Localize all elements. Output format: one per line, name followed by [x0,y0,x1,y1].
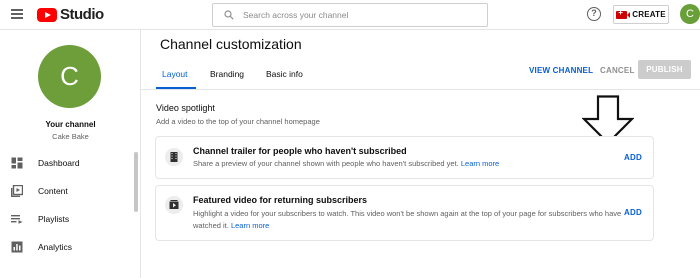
dashboard-icon [11,157,23,169]
header-divider [141,89,700,90]
film-icon [165,148,183,166]
card-description-text: Share a preview of your channel shown wi… [193,159,459,168]
sidebar-item-label: Playlists [38,214,70,224]
top-bar: Studio ? CREATE C [0,0,700,30]
publish-button[interactable]: PUBLISH [638,60,691,79]
tab-basic-info[interactable]: Basic info [266,69,303,79]
sidebar-scrollbar[interactable] [134,152,138,212]
channel-trailer-card: Channel trailer for people who haven't s… [155,136,654,179]
featured-video-icon [165,196,183,214]
youtube-studio-logo[interactable]: Studio [37,6,104,23]
sidebar-item-label: Content [38,186,68,196]
sidebar-item-analytics[interactable]: Analytics [0,235,134,259]
create-button[interactable]: CREATE [613,5,669,24]
menu-icon[interactable] [11,9,23,19]
sidebar-item-label: Analytics [38,242,73,252]
learn-more-link[interactable]: Learn more [461,159,499,168]
youtube-logo-icon [37,7,57,22]
channel-name: Cake Bake [52,132,89,141]
sidebar-item-dashboard[interactable]: Dashboard [0,151,134,175]
card-title: Channel trailer for people who haven't s… [193,146,407,156]
sidebar-item-content[interactable]: Content [0,179,134,203]
content-icon [11,185,23,197]
your-channel-label: Your channel [45,120,96,129]
search-input[interactable] [243,10,463,20]
help-icon[interactable]: ? [587,7,601,21]
account-avatar[interactable]: C [680,4,700,24]
analytics-icon [11,241,23,253]
tab-branding[interactable]: Branding [210,69,244,79]
search-bar[interactable] [212,3,488,27]
page-title: Channel customization [160,36,302,52]
create-label: CREATE [632,10,666,19]
section-subtitle: Add a video to the top of your channel h… [156,117,320,126]
card-description-text: watched it. [193,221,229,230]
section-title: Video spotlight [156,103,215,113]
add-featured-video-button[interactable]: ADD [624,208,642,217]
learn-more-link[interactable]: Learn more [231,221,269,230]
channel-avatar[interactable]: C [38,45,101,108]
card-description: Highlight a video for your subscribers t… [193,208,621,232]
create-video-icon [616,8,631,19]
add-trailer-button[interactable]: ADD [624,153,642,162]
featured-video-card: Featured video for returning subscribers… [155,185,654,241]
sidebar: C Your channel Cake Bake Dashboard Conte… [0,30,141,278]
card-description-text: Highlight a video for your subscribers t… [193,209,622,218]
card-description: Share a preview of your channel shown wi… [193,158,499,170]
sidebar-item-playlists[interactable]: Playlists [0,207,134,231]
card-title: Featured video for returning subscribers [193,195,368,205]
playlists-icon [11,215,23,224]
search-icon [224,10,234,20]
cancel-button[interactable]: CANCEL [600,66,635,75]
logo-text: Studio [60,6,104,23]
sidebar-item-label: Dashboard [38,158,80,168]
tab-layout[interactable]: Layout [162,69,188,79]
view-channel-button[interactable]: VIEW CHANNEL [529,66,593,75]
